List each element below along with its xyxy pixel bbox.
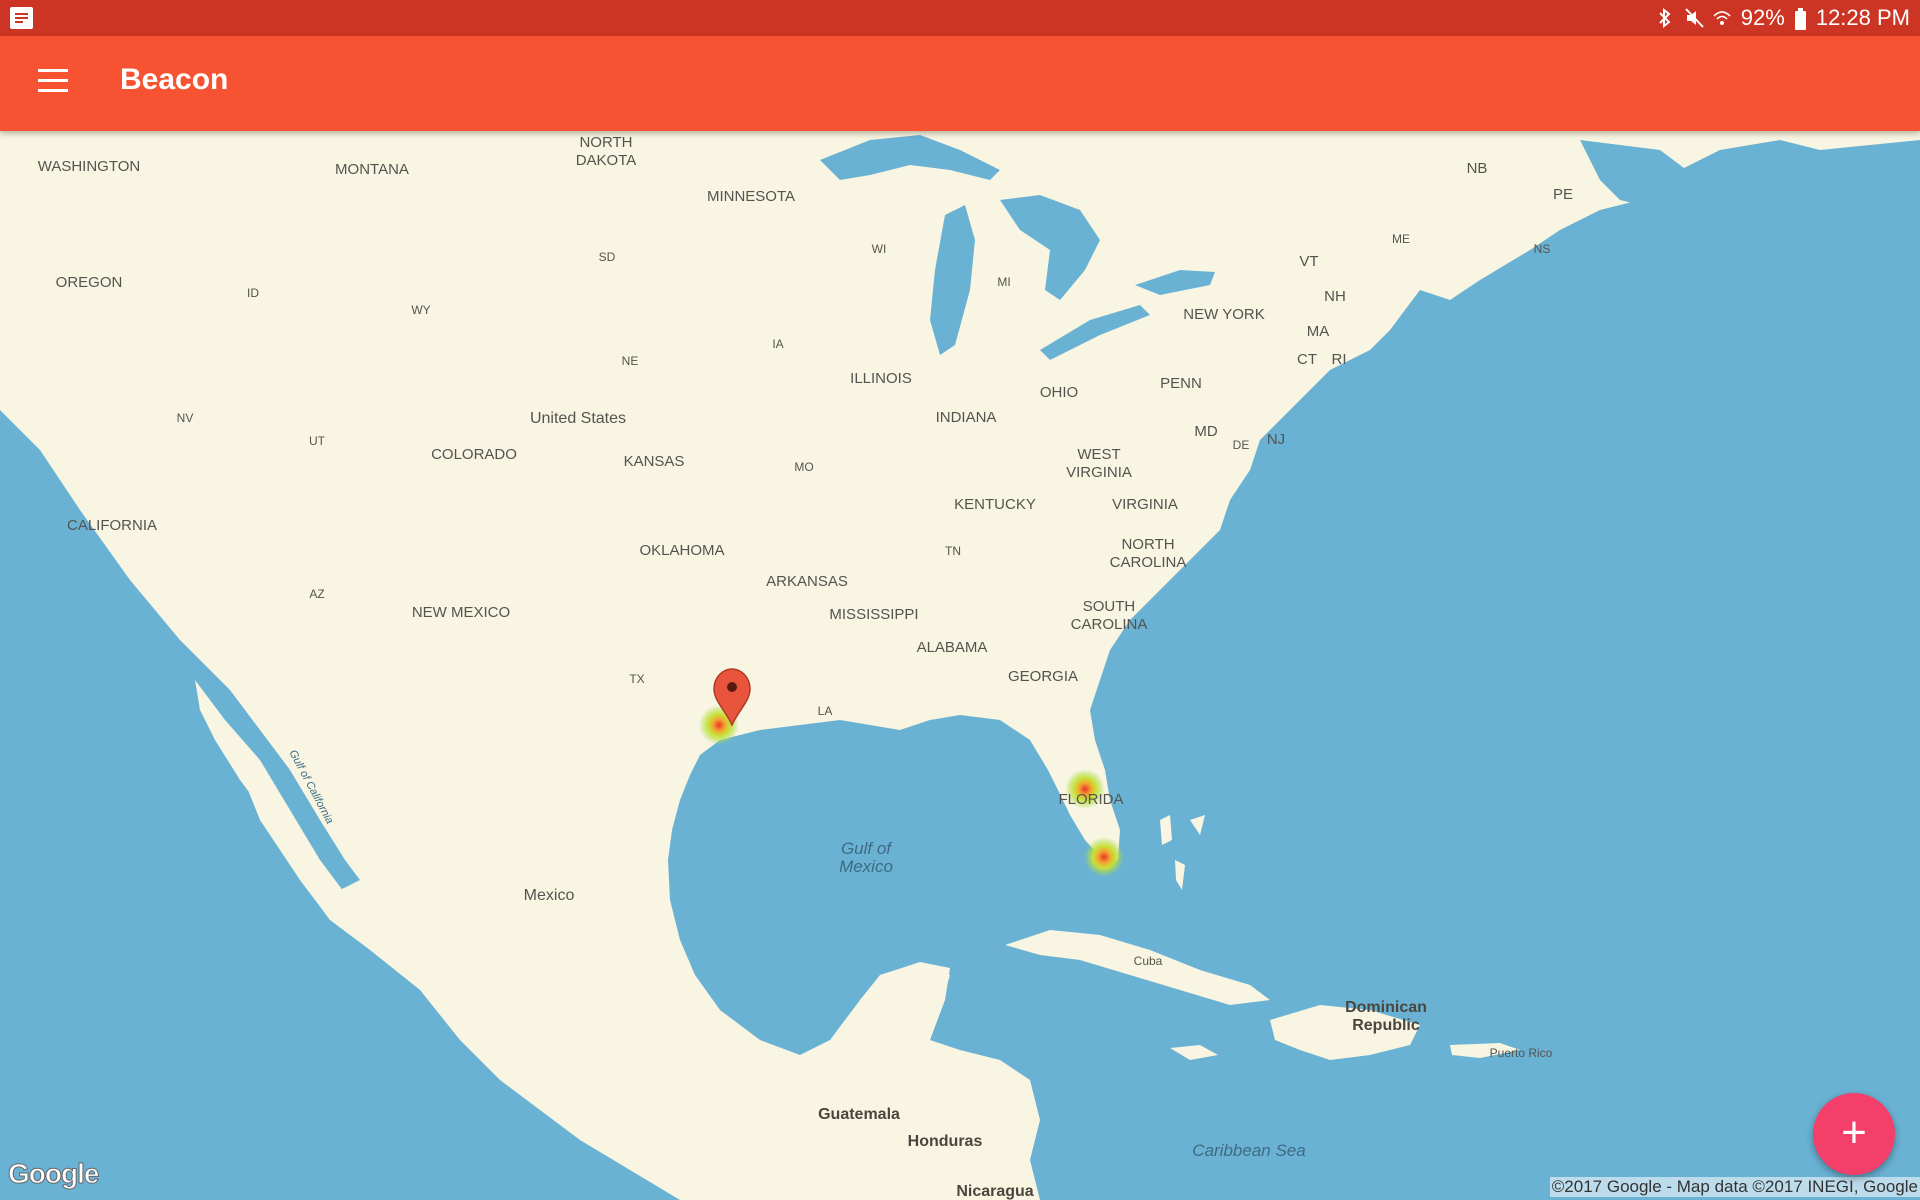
- map-label: OKLAHOMA: [639, 542, 725, 559]
- map-label: GEORGIA: [1007, 668, 1079, 685]
- map-label: Honduras: [907, 1133, 983, 1150]
- map-label: NH: [1324, 288, 1346, 305]
- map-label: RI: [1331, 351, 1347, 368]
- map-label: SD: [598, 250, 616, 264]
- map-label: OREGON: [55, 274, 123, 291]
- map-label: NJ: [1266, 431, 1286, 448]
- map-label: TX: [629, 672, 645, 686]
- miami-hotspot: [1084, 837, 1124, 877]
- map-label: CT: [1297, 351, 1317, 368]
- map-label: United States: [529, 410, 627, 427]
- map-label: FLORIDA: [1058, 791, 1124, 808]
- map-label: NV: [176, 411, 194, 425]
- map-label: VIRGINIA: [1112, 496, 1178, 513]
- map-canvas: [0, 131, 1920, 1200]
- map-label: SOUTH CAROLINA: [1070, 598, 1148, 633]
- map-label: Cuba: [1133, 954, 1163, 968]
- map-label: COLORADO: [431, 446, 517, 463]
- map-label: ALABAMA: [916, 639, 988, 656]
- map-label: NORTH DAKOTA: [575, 134, 637, 169]
- map-view[interactable]: WASHINGTON MONTANA NORTH DAKOTA MINNESOTA OR…: [0, 131, 1920, 1200]
- map-label: Caribbean Sea: [1192, 1141, 1306, 1160]
- map-label: NB: [1466, 160, 1488, 177]
- menu-icon[interactable]: [38, 69, 68, 95]
- google-logo: Google: [7, 1158, 99, 1190]
- map-label: Dominican Republic: [1345, 999, 1427, 1034]
- map-label: UT: [309, 434, 325, 448]
- map-label: ME: [1392, 232, 1410, 246]
- map-label: PENN: [1160, 375, 1202, 392]
- map-label: NE: [621, 354, 639, 368]
- map-label: Gulf of Mexico: [839, 839, 893, 876]
- status-bar: 92% 12:28 PM: [0, 0, 1920, 36]
- map-label: WEST VIRGINIA: [1066, 446, 1132, 481]
- add-button[interactable]: +: [1813, 1093, 1895, 1175]
- map-label: Guatemala: [818, 1106, 900, 1123]
- map-label: WY: [411, 303, 431, 317]
- map-label: ID: [247, 286, 259, 300]
- map-label: PE: [1552, 186, 1574, 203]
- map-label: NORTH CAROLINA: [1109, 536, 1187, 571]
- map-label: OHIO: [1039, 384, 1079, 401]
- map-label: MI: [997, 275, 1011, 289]
- map-label: IA: [772, 337, 784, 351]
- map-label: LA: [817, 704, 833, 718]
- map-label: NEW MEXICO: [411, 604, 511, 621]
- map-label: NS: [1533, 242, 1551, 256]
- map-label: Puerto Rico: [1489, 1046, 1553, 1060]
- wifi-icon: [1713, 8, 1731, 28]
- map-label: MO: [794, 460, 814, 474]
- mute-icon: [1685, 8, 1704, 28]
- map-label: DE: [1232, 438, 1250, 452]
- map-label: MA: [1306, 323, 1330, 340]
- map-label: NEW YORK: [1183, 306, 1265, 323]
- map-attribution: ©2017 Google - Map data ©2017 INEGI, Goo…: [1549, 1177, 1920, 1197]
- map-label: MINNESOTA: [706, 188, 796, 205]
- map-label: MISSISSIPPI: [829, 606, 919, 623]
- map-label: Nicaragua: [956, 1183, 1034, 1200]
- battery-percent: 92%: [1740, 5, 1785, 30]
- map-label: WI: [871, 242, 887, 256]
- map-label: INDIANA: [935, 409, 997, 426]
- map-label: MD: [1194, 423, 1218, 440]
- map-label: ARKANSAS: [766, 573, 848, 590]
- clock: 12:28 PM: [1815, 5, 1910, 30]
- app-bar: Beacon: [0, 36, 1920, 131]
- app-title: Beacon: [120, 63, 229, 96]
- map-label: AZ: [309, 587, 325, 601]
- map-label: TN: [945, 544, 961, 558]
- map-label: WASHINGTON: [37, 158, 141, 175]
- notification-icon: [10, 7, 33, 29]
- bluetooth-icon: [1657, 7, 1675, 29]
- map-label: KENTUCKY: [954, 496, 1036, 513]
- battery-icon: [1794, 8, 1806, 30]
- map-label: Mexico: [523, 887, 575, 904]
- map-label: MONTANA: [335, 161, 409, 178]
- map-label: VT: [1299, 253, 1319, 270]
- map-label: ILLINOIS: [850, 370, 912, 387]
- map-label: CALIFORNIA: [66, 517, 158, 534]
- map-label: KANSAS: [623, 453, 685, 470]
